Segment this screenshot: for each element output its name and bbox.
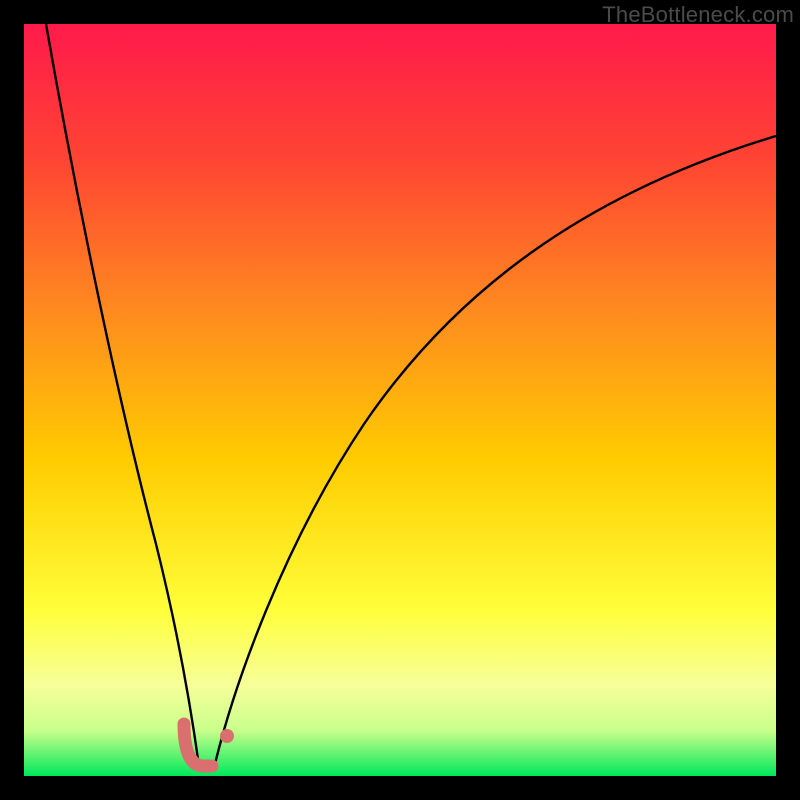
heat-gradient-background (24, 24, 776, 776)
plot-area (24, 24, 776, 776)
watermark-text: TheBottleneck.com (602, 2, 794, 28)
chart-frame: TheBottleneck.com (0, 0, 800, 800)
dot-marker (220, 729, 234, 743)
plot-svg (24, 24, 776, 776)
